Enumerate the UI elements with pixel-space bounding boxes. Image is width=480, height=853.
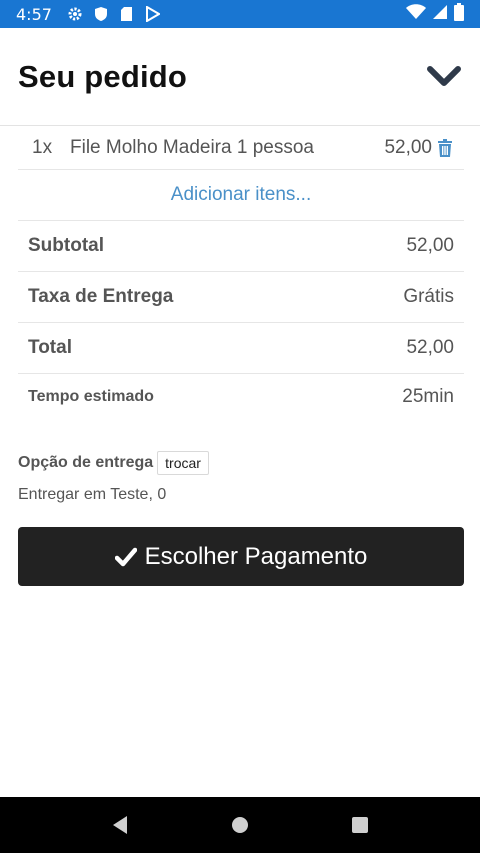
delivery-option: Opção de entrega trocar: [18, 451, 464, 475]
sd-card-icon: [118, 5, 136, 23]
subtotal-row: Subtotal 52,00: [18, 221, 464, 272]
total-label: Total: [28, 337, 72, 358]
shield-icon: [92, 5, 110, 23]
choose-payment-button[interactable]: Escolher Pagamento: [18, 527, 464, 586]
delivery-section: Opção de entrega trocar Entregar em Test…: [18, 451, 464, 504]
battery-icon: [454, 3, 464, 25]
subtotal-label: Subtotal: [28, 235, 104, 256]
status-time: 4:57: [16, 4, 52, 24]
item-price: 52,00: [384, 136, 432, 158]
estimated-time-value: 25min: [402, 386, 454, 407]
trash-icon[interactable]: [436, 138, 454, 158]
delivery-fee-row: Taxa de Entrega Grátis: [18, 272, 464, 323]
delivery-option-label: Opção de entrega: [18, 454, 154, 471]
recents-icon: [352, 817, 368, 833]
add-items-link[interactable]: Adicionar itens...: [18, 170, 464, 221]
item-name: File Molho Madeira 1 pessoa: [70, 136, 314, 158]
home-icon: [232, 817, 248, 833]
recents-button[interactable]: [340, 805, 380, 845]
page-title: Seu pedido: [18, 58, 188, 94]
settings-icon: [66, 5, 84, 23]
play-store-icon: [144, 5, 162, 23]
total-row: Total 52,00: [18, 323, 464, 374]
chevron-down-icon: [427, 65, 461, 86]
estimated-time-row: Tempo estimado 25min: [18, 374, 464, 420]
status-bar: 4:57: [0, 0, 480, 28]
collapse-button[interactable]: [426, 59, 462, 95]
item-qty: 1x: [32, 136, 53, 158]
home-button[interactable]: [220, 805, 260, 845]
delivery-fee-label: Taxa de Entrega: [28, 286, 174, 307]
delivery-address: Entregar em Teste, 0: [18, 486, 167, 503]
delivery-fee-value: Grátis: [403, 286, 454, 307]
subtotal-value: 52,00: [406, 235, 454, 256]
back-button[interactable]: [100, 805, 140, 845]
signal-icon: [432, 4, 448, 24]
system-nav-bar: [0, 797, 480, 853]
total-value: 52,00: [406, 337, 454, 358]
estimated-time-label: Tempo estimado: [28, 388, 154, 405]
check-icon: [114, 546, 137, 568]
change-delivery-button[interactable]: trocar: [157, 451, 209, 475]
back-icon: [113, 816, 127, 834]
order-item-row: 1x File Molho Madeira 1 pessoa 52,00: [18, 126, 464, 170]
status-right: [406, 3, 464, 25]
order-header: Seu pedido: [0, 28, 480, 126]
wifi-icon: [406, 4, 426, 24]
order-content: 1x File Molho Madeira 1 pessoa 52,00 Adi…: [18, 126, 464, 420]
choose-payment-label: Escolher Pagamento: [144, 542, 368, 570]
